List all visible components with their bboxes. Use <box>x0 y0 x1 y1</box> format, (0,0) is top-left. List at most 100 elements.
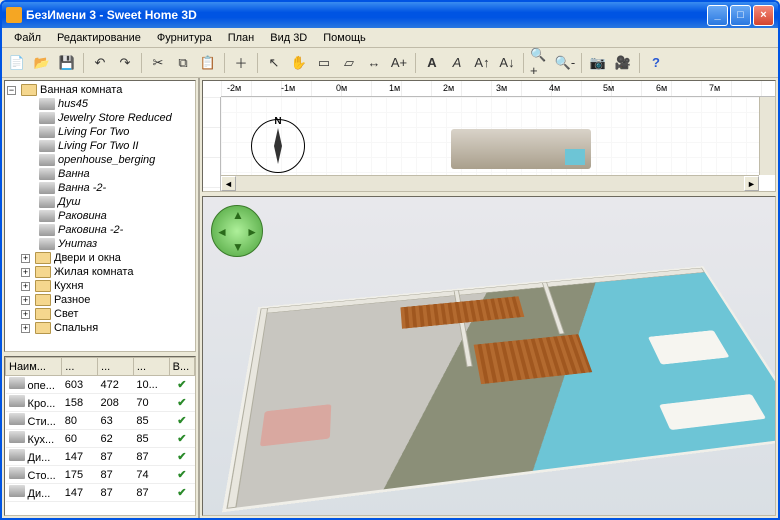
visible-checkbox[interactable]: ✔ <box>169 394 194 412</box>
tree-item[interactable]: openhouse_berging <box>7 153 193 167</box>
maximize-button[interactable]: □ <box>730 5 751 26</box>
col-visible[interactable]: В... <box>169 358 194 376</box>
furniture-list-table[interactable]: Наим... ... ... ... В... опе...60347210.… <box>4 356 196 516</box>
help-icon[interactable]: ? <box>645 52 667 74</box>
col-depth[interactable]: ... <box>98 358 134 376</box>
left-pane: − Ванная комната hus45 Jewelry Store Red… <box>2 78 200 518</box>
pan-icon[interactable]: ✋ <box>288 52 310 74</box>
dimension-icon[interactable]: ↔ <box>363 52 385 74</box>
scrollbar-horizontal[interactable]: ◄ ► <box>221 175 759 191</box>
furniture-icon <box>9 431 25 443</box>
tree-item[interactable]: Jewelry Store Reduced <box>7 111 193 125</box>
text-icon[interactable]: A+ <box>388 52 410 74</box>
video-icon[interactable]: 🎥 <box>612 52 634 74</box>
titlebar[interactable]: БезИмени 3 - Sweet Home 3D _ □ × <box>2 2 778 28</box>
col-width[interactable]: ... <box>62 358 98 376</box>
wall-icon[interactable]: ▭ <box>313 52 335 74</box>
menu-help[interactable]: Помощь <box>315 30 374 46</box>
photo-icon[interactable]: 📷 <box>587 52 609 74</box>
close-button[interactable]: × <box>753 5 774 26</box>
tree-category[interactable]: − Ванная комната <box>7 83 193 97</box>
tree-category[interactable]: +Разное <box>7 293 193 307</box>
toolbar: 📄 📂 💾 ↶ ↷ ✂ ⧉ 📋 ＋ ↖ ✋ ▭ ▱ ↔ A+ A A A↑ A↓… <box>2 48 778 78</box>
bold-icon[interactable]: A <box>421 52 443 74</box>
table-row[interactable]: Кро...15820870✔ <box>6 394 195 412</box>
furniture-icon <box>39 196 55 208</box>
tree-item[interactable]: Унитаз <box>7 237 193 251</box>
undo-icon[interactable]: ↶ <box>89 52 111 74</box>
visible-checkbox[interactable]: ✔ <box>169 412 194 430</box>
furniture-icon <box>9 449 25 461</box>
open-icon[interactable]: 📂 <box>31 52 53 74</box>
tree-item[interactable]: Ванна <box>7 167 193 181</box>
zoom-out-icon[interactable]: 🔍- <box>554 52 576 74</box>
table-row[interactable]: Сто...1758774✔ <box>6 466 195 484</box>
new-icon[interactable]: 📄 <box>6 52 28 74</box>
menu-file[interactable]: Файл <box>6 30 49 46</box>
visible-checkbox[interactable]: ✔ <box>169 376 194 394</box>
italic-icon[interactable]: A <box>446 52 468 74</box>
app-window: БезИмени 3 - Sweet Home 3D _ □ × Файл Ре… <box>0 0 780 520</box>
tree-item[interactable]: Living For Two II <box>7 139 193 153</box>
cut-icon[interactable]: ✂ <box>147 52 169 74</box>
furniture-icon <box>9 413 25 425</box>
table-row[interactable]: Сти...806385✔ <box>6 412 195 430</box>
furniture-icon <box>39 168 55 180</box>
room-icon[interactable]: ▱ <box>338 52 360 74</box>
menu-furniture[interactable]: Фурнитура <box>149 30 220 46</box>
scrollbar-vertical[interactable] <box>759 97 775 175</box>
col-name[interactable]: Наим... <box>6 358 62 376</box>
table-row[interactable]: Ди...1478787✔ <box>6 484 195 502</box>
tree-item[interactable]: Раковина -2- <box>7 223 193 237</box>
redo-icon[interactable]: ↷ <box>114 52 136 74</box>
tree-item[interactable]: Ванна -2- <box>7 181 193 195</box>
plan-model-preview[interactable] <box>451 129 591 169</box>
table-row[interactable]: Ди...1478787✔ <box>6 448 195 466</box>
tree-category[interactable]: +Двери и окна <box>7 251 193 265</box>
visible-checkbox[interactable]: ✔ <box>169 466 194 484</box>
copy-icon[interactable]: ⧉ <box>172 52 194 74</box>
nav-right-icon[interactable]: ► <box>246 225 258 239</box>
tree-category[interactable]: +Кухня <box>7 279 193 293</box>
tree-item[interactable]: Душ <box>7 195 193 209</box>
menu-plan[interactable]: План <box>220 30 263 46</box>
font-inc-icon[interactable]: A↑ <box>471 52 493 74</box>
font-dec-icon[interactable]: A↓ <box>496 52 518 74</box>
visible-checkbox[interactable]: ✔ <box>169 484 194 502</box>
tree-category[interactable]: +Спальня <box>7 321 193 335</box>
zoom-in-icon[interactable]: 🔍+ <box>529 52 551 74</box>
floorplan-3d[interactable] <box>222 266 776 512</box>
plan-2d-view[interactable]: -2м-1м 0м1м 2м3м 4м5м 6м7м ◄ ► <box>202 80 776 192</box>
furniture-icon <box>39 154 55 166</box>
furniture-icon <box>39 98 55 110</box>
paste-icon[interactable]: 📋 <box>197 52 219 74</box>
table-row[interactable]: опе...60347210...✔ <box>6 376 195 394</box>
save-icon[interactable]: 💾 <box>56 52 78 74</box>
minimize-button[interactable]: _ <box>707 5 728 26</box>
tree-item[interactable]: Раковина <box>7 209 193 223</box>
visible-checkbox[interactable]: ✔ <box>169 430 194 448</box>
nav-down-icon[interactable]: ▼ <box>232 240 244 254</box>
scroll-left-icon[interactable]: ◄ <box>221 176 236 191</box>
select-icon[interactable]: ↖ <box>263 52 285 74</box>
menu-edit[interactable]: Редактирование <box>49 30 149 46</box>
workspace: − Ванная комната hus45 Jewelry Store Red… <box>2 78 778 518</box>
tree-category[interactable]: +Жилая комната <box>7 265 193 279</box>
tree-item[interactable]: hus45 <box>7 97 193 111</box>
table-row[interactable]: Кух...606285✔ <box>6 430 195 448</box>
view-3d[interactable]: ▲ ▼ ◄ ► <box>202 196 776 516</box>
furniture-catalog-tree[interactable]: − Ванная комната hus45 Jewelry Store Red… <box>4 80 196 352</box>
add-furniture-icon[interactable]: ＋ <box>230 52 252 74</box>
nav-up-icon[interactable]: ▲ <box>232 208 244 222</box>
scroll-right-icon[interactable]: ► <box>744 176 759 191</box>
menu-view3d[interactable]: Вид 3D <box>262 30 315 46</box>
tree-item[interactable]: Living For Two <box>7 125 193 139</box>
furniture-icon <box>39 126 55 138</box>
tree-category[interactable]: +Свет <box>7 307 193 321</box>
plan-canvas[interactable] <box>221 97 759 175</box>
col-height[interactable]: ... <box>133 358 169 376</box>
nav-left-icon[interactable]: ◄ <box>216 225 228 239</box>
visible-checkbox[interactable]: ✔ <box>169 448 194 466</box>
nav-orbit-control[interactable]: ▲ ▼ ◄ ► <box>211 205 263 257</box>
compass-icon[interactable] <box>251 119 305 173</box>
